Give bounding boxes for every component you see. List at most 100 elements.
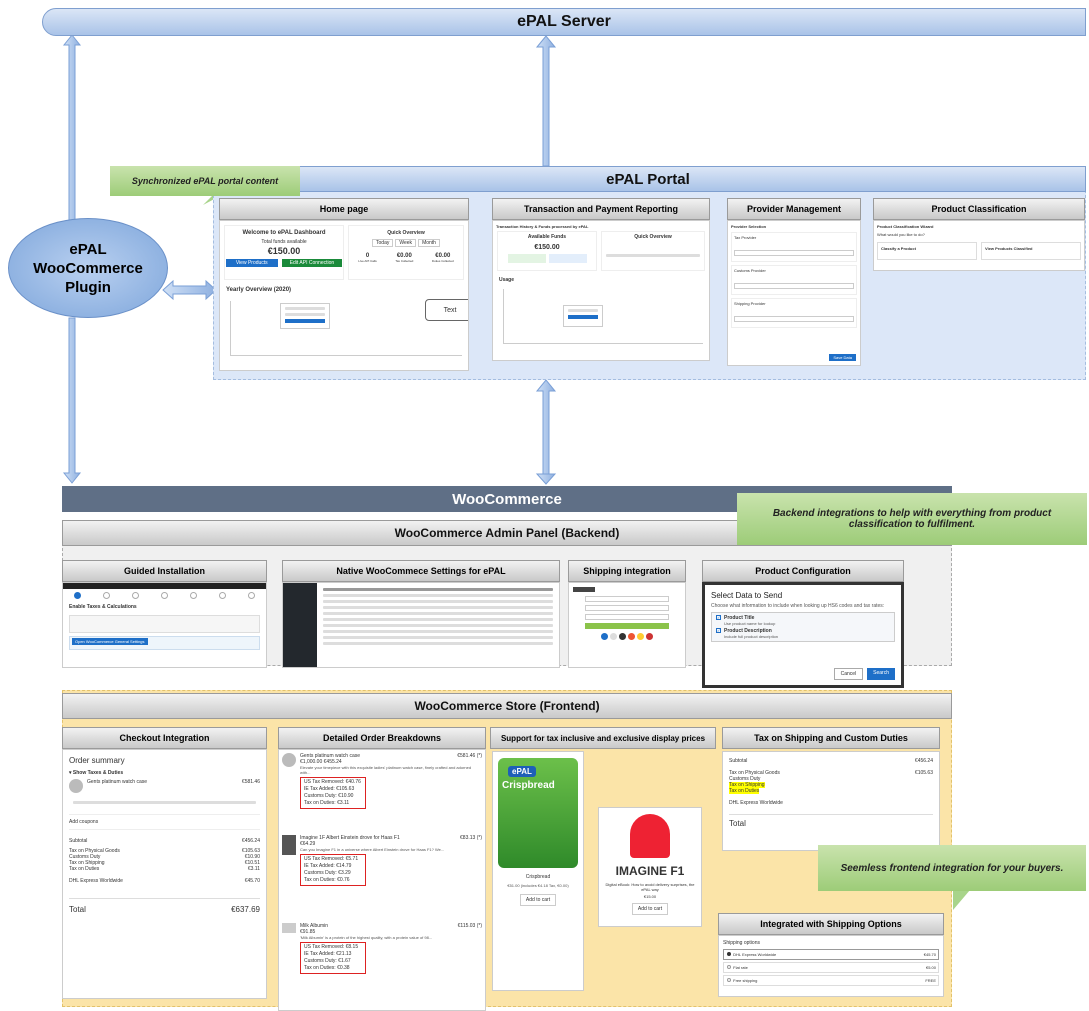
breakdown-screenshot: Gents platinum watch case €581.46 (*) €1,… — [278, 749, 486, 1011]
open-settings-button[interactable]: Open WooCommerce General Settings — [72, 638, 148, 645]
portal-woo-arrow — [535, 379, 557, 485]
store-title: WooCommerce Store (Frontend) — [414, 699, 600, 713]
home-yearly-title: Yearly Overview (2020) — [226, 287, 292, 293]
imagine-add-cart-button[interactable]: Add to cart — [632, 903, 668, 915]
classify-product-option[interactable]: Classify a Product — [877, 242, 977, 260]
show-taxes-toggle[interactable]: ▾ Show Taxes & Duties — [69, 770, 260, 776]
filter-month[interactable]: Month — [418, 239, 440, 247]
total-label: Total — [729, 814, 933, 828]
crispbread-name: Crispbread — [502, 780, 555, 791]
install-heading: Enable Taxes & Calculations — [69, 604, 137, 610]
portal-server-arrow — [535, 35, 557, 167]
woo-note-text: Backend integrations to help with everyt… — [772, 508, 1052, 530]
home-welcome-text: Welcome to ePAL Dashboard — [242, 230, 326, 236]
shipping-option-row[interactable]: DHL Express Worldwide €45.70 — [723, 949, 939, 960]
tax-line: IE Tax Added: €21.13 — [304, 951, 352, 957]
crispbread-image: ePAL Crispbread — [498, 758, 578, 868]
server-bar: ePAL Server — [42, 8, 1086, 36]
store-note-pointer — [953, 890, 970, 910]
add-coupons-link[interactable]: Add coupons — [69, 814, 260, 830]
config-title: Product Configuration — [702, 560, 904, 582]
provider-selection-title: Provider Selection — [731, 224, 767, 229]
tax-line: Tax on Duties: €0.38 — [304, 965, 350, 971]
tax-provider-label: Tax Provider — [734, 235, 757, 240]
tax-line: Customs Duty: €10.90 — [304, 793, 354, 799]
row-label: Tax on Duties — [69, 866, 100, 872]
tax-line: US Tax Removed: €8.15 — [304, 944, 359, 950]
breakdown-item: Imagine 1F Albert Einstein drove for Haa… — [282, 835, 482, 923]
option-name: DHL Express Worldwide — [733, 952, 777, 957]
tax-shipping-screenshot: Subtotal €456.24 Tax on Physical Goods €10… — [722, 751, 940, 851]
home-edit-api-button[interactable]: Edit API Connection — [281, 259, 343, 267]
shipping-integration-title: Shipping integration — [568, 560, 686, 582]
option-name: Flat rate — [733, 965, 748, 970]
tax-line: IE Tax Added: €105.63 — [304, 786, 355, 792]
plugin-ellipse: ePAL WooCommerce Plugin — [8, 218, 168, 318]
tx-quick-title: Quick Overview — [634, 234, 672, 240]
filter-week[interactable]: Week — [395, 239, 417, 247]
cancel-button[interactable]: Cancel — [833, 668, 864, 680]
transactions-panel: Transaction and Payment Reporting Transa… — [492, 198, 710, 363]
transactions-title: Transaction and Payment Reporting — [492, 198, 710, 220]
stat-label: Tax Collected — [395, 259, 414, 263]
install-title: Guided Installation — [62, 560, 267, 582]
shipping-option-row[interactable]: Flat rate €5.00 — [723, 962, 939, 973]
imagine-card: IMAGINE F1 Digital eBook: How to avoid d… — [598, 807, 702, 927]
provider-save-button[interactable]: Save Data — [829, 354, 856, 361]
portal-bar: ePAL Portal — [210, 166, 1086, 192]
portal-title: ePAL Portal — [606, 170, 690, 188]
tax-line: Customs Duty: €1.67 — [304, 958, 351, 964]
imagine-image — [630, 814, 670, 858]
row-label: Subtotal — [729, 758, 748, 764]
customs-provider-label: Customs Provider — [734, 268, 766, 273]
config-dialog-title: Select Data to Send — [711, 591, 783, 600]
item-price: €581.46 (*) — [457, 753, 482, 759]
item-desc: Can you Imagine F1 in a universe where A… — [300, 847, 445, 852]
filter-today[interactable]: Today — [372, 239, 394, 247]
customs-provider-select[interactable] — [734, 283, 854, 289]
title-checkbox[interactable]: ✓ — [716, 615, 721, 620]
view-classified-option[interactable]: View Products Classified — [981, 242, 1081, 260]
shipping-option-row[interactable]: Free shipping FREE — [723, 975, 939, 986]
plugin-title: ePAL WooCommerce Plugin — [33, 240, 143, 296]
search-button[interactable]: Search — [867, 668, 895, 680]
tx-chart-tooltip — [563, 305, 603, 327]
shipping-provider-select[interactable] — [734, 316, 854, 322]
tax-line: Tax on Duties: €0.76 — [304, 877, 350, 883]
prices-title: Support for tax inclusive and exclusive … — [490, 727, 716, 749]
crispbread-card: ePAL Crispbread Crispbread €51.00 (inclu… — [492, 751, 584, 991]
plugin-portal-arrow — [162, 279, 217, 301]
watch-thumb — [282, 753, 296, 767]
tx-available-card: Available Funds €150.00 — [497, 231, 597, 271]
home-chart-tooltip — [280, 303, 330, 329]
provider-title: Provider Management — [727, 198, 861, 220]
row-value: €105.63 — [914, 770, 933, 776]
classification-title: Product Classification — [873, 198, 1085, 220]
config-panel: Product Configuration Select Data to Sen… — [702, 560, 904, 688]
tax-provider-select[interactable] — [734, 250, 854, 256]
shipping-integration-panel: Shipping integration — [568, 560, 686, 668]
classification-screenshot: Product Classification Wizard What would… — [873, 220, 1085, 271]
settings-screenshot — [282, 582, 560, 668]
imagine-price: €15.00 — [643, 894, 657, 899]
row-value: €456.24 — [241, 838, 260, 844]
home-view-products-button[interactable]: View Products — [225, 259, 278, 267]
row-label: DHL Express Worldwide — [69, 878, 123, 884]
store-note: Seemless frontend integration for your b… — [818, 845, 1086, 891]
imagine-name: IMAGINE F1 — [615, 864, 685, 878]
crispbread-add-cart-button[interactable]: Add to cart — [520, 894, 556, 906]
shipping-logo — [573, 587, 595, 592]
option-price: FREE — [925, 978, 936, 983]
tax-breakdown-box: US Tax Removed: €8.15 IE Tax Added: €21.… — [300, 942, 366, 974]
item-desc: Elevate your timepiece with this exquisi… — [300, 765, 472, 775]
desc-checkbox[interactable]: ✓ — [716, 628, 721, 633]
option-price: €5.00 — [925, 965, 936, 970]
checkout-item-price: €581.46 — [241, 779, 260, 785]
home-total-label: Total funds available — [261, 239, 307, 245]
option-price: €45.70 — [923, 952, 936, 957]
tax-breakdown-box: US Tax Removed: €5.71 IE Tax Added: €14.… — [300, 854, 366, 886]
tax-line: Tax on Duties: €3.11 — [304, 800, 350, 806]
portal-note-text: Synchronized ePAL portal content — [131, 176, 279, 186]
total-value: €637.69 — [231, 905, 260, 914]
config-dialog-desc: Choose what information to include when … — [711, 603, 885, 609]
